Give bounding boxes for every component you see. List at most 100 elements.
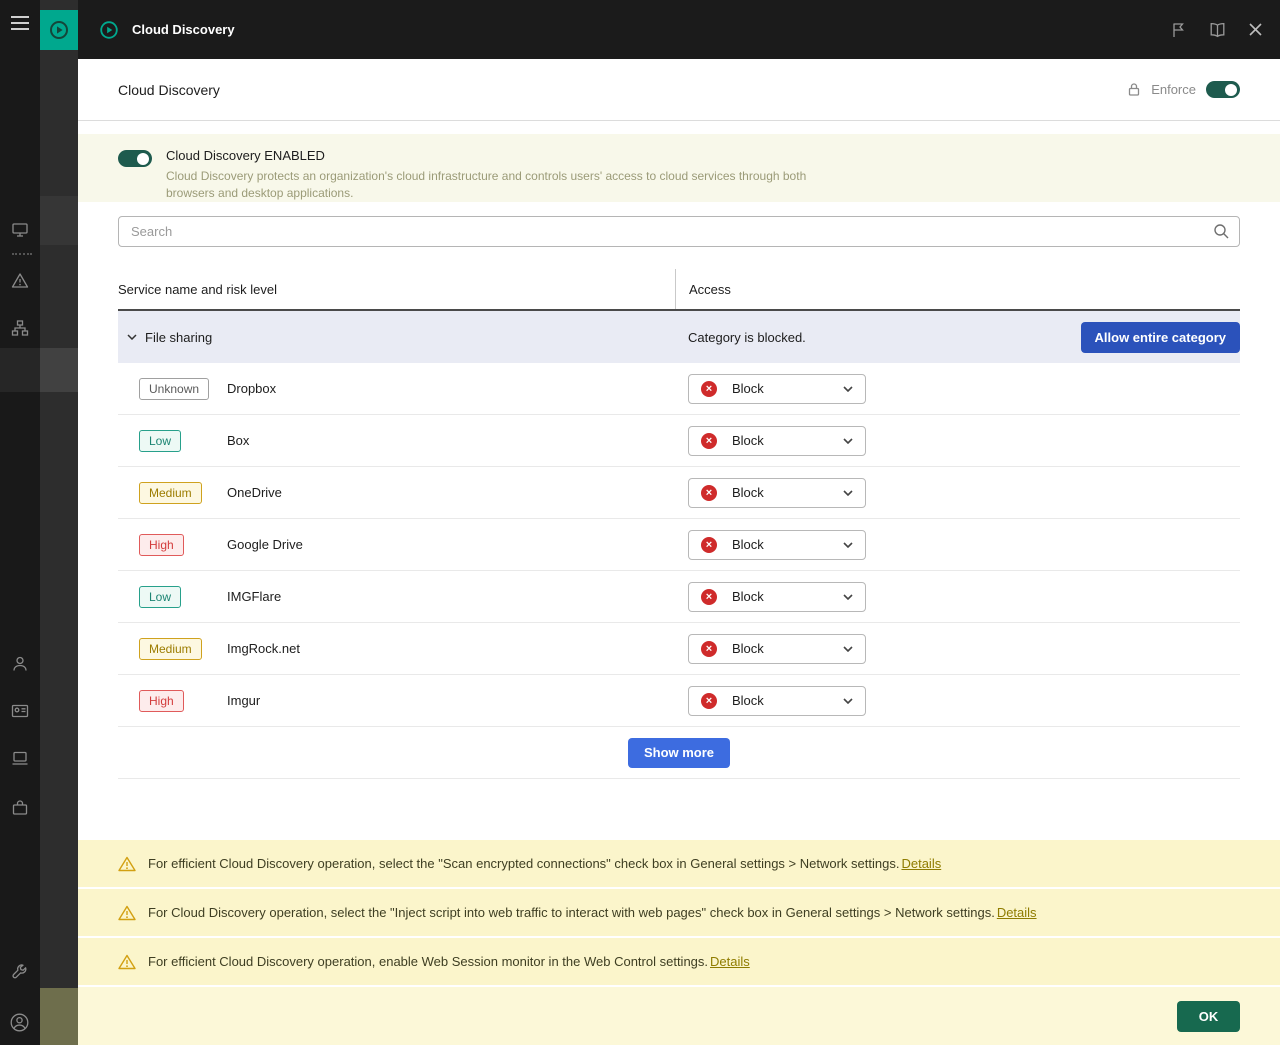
cloud-discovery-toggle[interactable] bbox=[118, 150, 152, 167]
nav-rail bbox=[0, 0, 40, 1045]
manual-book-icon[interactable] bbox=[1208, 22, 1227, 38]
service-name: ImgRock.net bbox=[227, 641, 300, 656]
block-icon: × bbox=[701, 693, 717, 709]
chevron-down-icon bbox=[843, 386, 853, 392]
access-value: Block bbox=[732, 485, 764, 500]
strip-footer-tint bbox=[40, 988, 78, 1045]
access-dropdown[interactable]: ×Block bbox=[688, 478, 866, 508]
service-name: IMGFlare bbox=[227, 589, 281, 604]
warning-icon bbox=[118, 954, 136, 970]
policies-icon[interactable] bbox=[11, 702, 29, 725]
search-input[interactable] bbox=[118, 216, 1240, 247]
details-link[interactable]: Details bbox=[997, 905, 1037, 920]
enforce-control: Enforce bbox=[1127, 81, 1240, 98]
risk-badge: Low bbox=[139, 586, 181, 608]
show-more-row: Show more bbox=[118, 727, 1240, 779]
menu-icon[interactable] bbox=[11, 16, 29, 35]
warning-text: For efficient Cloud Discovery operation,… bbox=[148, 856, 899, 871]
hierarchy-icon[interactable] bbox=[11, 319, 29, 342]
risk-badge: Medium bbox=[139, 482, 202, 504]
footer: OK bbox=[78, 987, 1280, 1045]
warning-icon bbox=[118, 856, 136, 872]
service-name: Imgur bbox=[227, 693, 260, 708]
block-icon: × bbox=[701, 641, 717, 657]
search-bar bbox=[118, 216, 1240, 247]
warning-text: For efficient Cloud Discovery operation,… bbox=[148, 954, 708, 969]
services-table: Service name and risk level Access File … bbox=[118, 269, 1240, 779]
table-row: High Google Drive ×Block bbox=[118, 519, 1240, 571]
table-header: Service name and risk level Access bbox=[118, 269, 1240, 311]
app-logo-tile[interactable] bbox=[40, 10, 78, 50]
category-status: Category is blocked. bbox=[688, 330, 806, 345]
page-title: Cloud Discovery bbox=[118, 82, 220, 98]
access-value: Block bbox=[732, 693, 764, 708]
show-more-button[interactable]: Show more bbox=[628, 738, 730, 768]
warning-icon bbox=[118, 905, 136, 921]
chevron-down-icon bbox=[843, 490, 853, 496]
table-row: Low IMGFlare ×Block bbox=[118, 571, 1240, 623]
service-name: OneDrive bbox=[227, 485, 282, 500]
rail-divider bbox=[12, 253, 32, 255]
enforce-label: Enforce bbox=[1151, 82, 1196, 97]
account-icon[interactable] bbox=[9, 1012, 30, 1038]
chevron-down-icon bbox=[843, 594, 853, 600]
dimmed-page-strip bbox=[40, 0, 78, 1045]
access-dropdown[interactable]: × Block bbox=[688, 686, 866, 716]
service-name: Dropbox bbox=[227, 381, 276, 396]
ok-button[interactable]: OK bbox=[1177, 1001, 1240, 1032]
marketplace-icon[interactable] bbox=[11, 799, 29, 822]
flag-icon[interactable] bbox=[1171, 22, 1186, 38]
warning-banner: For efficient Cloud Discovery operation,… bbox=[78, 938, 1280, 987]
access-value: Block bbox=[732, 433, 764, 448]
strip-nav-item-selected bbox=[40, 348, 78, 392]
app-window: Cloud Discovery Cloud Discovery bbox=[0, 0, 1280, 1045]
access-value: Block bbox=[732, 641, 764, 656]
risk-badge: Unknown bbox=[139, 378, 209, 400]
page-header: Cloud Discovery Enforce bbox=[78, 59, 1280, 121]
spacer bbox=[78, 779, 1280, 840]
enforce-toggle[interactable] bbox=[1206, 81, 1240, 98]
settings-wrench-icon[interactable] bbox=[11, 963, 29, 986]
access-dropdown[interactable]: × Block bbox=[688, 634, 866, 664]
risk-badge: Low bbox=[139, 430, 181, 452]
chevron-down-icon bbox=[843, 698, 853, 704]
access-dropdown[interactable]: ×Block bbox=[688, 582, 866, 612]
table-row: HighImgur ×Block bbox=[118, 675, 1240, 727]
table-row: Medium OneDrive ×Block bbox=[118, 467, 1240, 519]
content: Cloud Discovery Enforce Cloud Discovery … bbox=[78, 59, 1280, 1045]
search-icon[interactable] bbox=[1213, 223, 1230, 245]
column-service-name: Service name and risk level bbox=[118, 269, 675, 309]
toggle-knob bbox=[137, 153, 149, 165]
category-toggle[interactable]: File sharing bbox=[118, 330, 675, 345]
chevron-down-icon bbox=[843, 438, 853, 444]
chevron-down-icon bbox=[843, 542, 853, 548]
table-row: Unknown Dropbox ×Block bbox=[118, 363, 1240, 415]
service-name: Google Drive bbox=[227, 537, 303, 552]
window-title: Cloud Discovery bbox=[132, 22, 235, 37]
lock-icon bbox=[1127, 82, 1141, 97]
rail-selected-highlight bbox=[0, 348, 40, 392]
risk-badge: High bbox=[139, 534, 184, 556]
monitoring-icon[interactable] bbox=[11, 221, 29, 244]
table-row: MediumImgRock.net ×Block bbox=[118, 623, 1240, 675]
warning-text: For Cloud Discovery operation, select th… bbox=[148, 905, 995, 920]
access-value: Block bbox=[732, 381, 764, 396]
chevron-down-icon bbox=[127, 334, 137, 340]
warning-banner: For efficient Cloud Discovery operation,… bbox=[78, 840, 1280, 889]
details-link[interactable]: Details bbox=[901, 856, 941, 871]
access-dropdown[interactable]: ×Block bbox=[688, 426, 866, 456]
category-name: File sharing bbox=[145, 330, 212, 345]
close-icon[interactable] bbox=[1249, 23, 1262, 36]
category-row: File sharing Category is blocked. Allow … bbox=[118, 311, 1240, 363]
allow-entire-category-button[interactable]: Allow entire category bbox=[1081, 322, 1240, 353]
banner-description: Cloud Discovery protects an organization… bbox=[166, 168, 811, 202]
devices-icon[interactable] bbox=[11, 750, 29, 771]
banner-title: Cloud Discovery ENABLED bbox=[166, 148, 811, 163]
access-dropdown[interactable]: ×Block bbox=[688, 374, 866, 404]
users-icon[interactable] bbox=[11, 655, 29, 678]
enabled-banner: Cloud Discovery ENABLED Cloud Discovery … bbox=[78, 134, 1280, 202]
access-dropdown[interactable]: ×Block bbox=[688, 530, 866, 560]
cloud-discovery-icon bbox=[98, 19, 120, 41]
alerts-icon[interactable] bbox=[11, 272, 29, 294]
details-link[interactable]: Details bbox=[710, 954, 750, 969]
